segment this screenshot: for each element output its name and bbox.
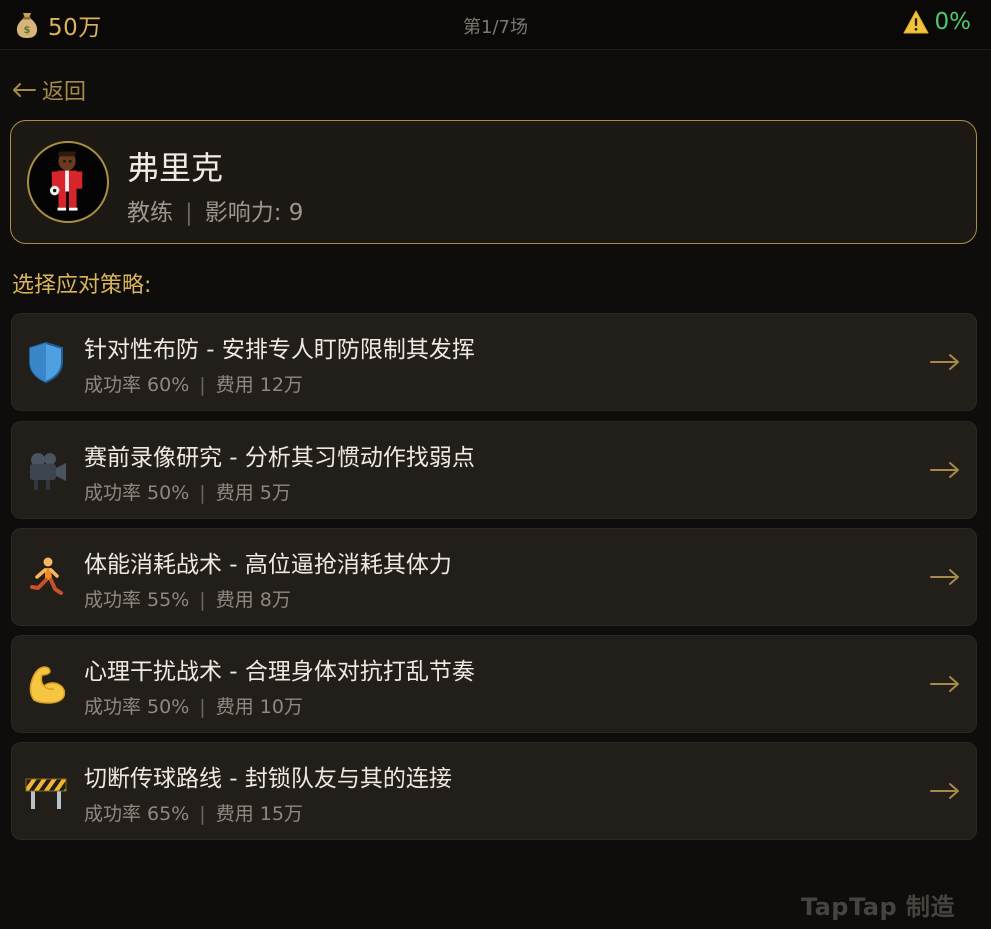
details-separator: | <box>199 374 206 396</box>
option-success-rate: 成功率 50% <box>84 696 190 718</box>
option-success-rate: 成功率 55% <box>84 589 190 611</box>
back-label: 返回 <box>42 80 87 105</box>
arrow-right-icon <box>930 783 959 799</box>
warning-icon <box>903 10 928 34</box>
taptap-watermark: TapTap 制造 <box>800 893 955 921</box>
option-success-rate: 成功率 60% <box>84 374 190 396</box>
player-influence: 影响力: 9 <box>204 200 304 226</box>
strategy-option[interactable]: 赛前录像研究 - 分析其习惯动作找弱点 成功率 50% | 费用 5万 <box>11 421 977 519</box>
player-name: 弗里克 <box>127 149 224 187</box>
flexed-bicep-icon <box>29 666 66 704</box>
details-separator: | <box>199 589 206 611</box>
arrow-right-icon <box>930 462 959 478</box>
risk-value: 0% <box>934 9 972 35</box>
risk-display: 0% <box>903 9 972 35</box>
strategy-option[interactable]: 体能消耗战术 - 高位逼抢消耗其体力 成功率 55% | 费用 8万 <box>11 528 977 626</box>
details-separator: | <box>199 696 206 718</box>
option-details: 成功率 50% | 费用 5万 <box>84 478 291 505</box>
option-details: 成功率 60% | 费用 12万 <box>84 370 303 397</box>
back-button[interactable]: 返回 <box>12 74 86 106</box>
round-indicator: 第1/7场 <box>463 17 528 38</box>
pixel-coach-icon <box>49 151 83 211</box>
shield-icon <box>29 341 63 384</box>
option-cost: 费用 5万 <box>215 482 291 504</box>
option-details: 成功率 55% | 费用 8万 <box>84 585 291 612</box>
video-camera-icon <box>30 453 66 490</box>
player-profile-card: 弗里克 教练 | 影响力: 9 <box>10 120 977 244</box>
top-status-bar: $ 50万 第1/7场 0% <box>0 0 991 50</box>
arrow-left-icon <box>13 83 36 97</box>
option-cost: 费用 15万 <box>215 803 303 825</box>
option-title: 体能消耗战术 - 高位逼抢消耗其体力 <box>84 552 452 578</box>
runner-icon <box>30 557 63 595</box>
option-cost: 费用 8万 <box>215 589 291 611</box>
option-cost: 费用 12万 <box>215 374 303 396</box>
option-title: 心理干扰战术 - 合理身体对抗打乱节奏 <box>84 659 475 685</box>
option-success-rate: 成功率 50% <box>84 482 190 504</box>
arrow-right-icon <box>930 569 959 585</box>
option-cost: 费用 10万 <box>215 696 303 718</box>
details-separator: | <box>199 803 206 825</box>
arrow-right-icon <box>930 354 959 370</box>
strategy-option[interactable]: 针对性布防 - 安排专人盯防限制其发挥 成功率 60% | 费用 12万 <box>11 313 977 411</box>
player-meta: 教练 | 影响力: 9 <box>127 193 303 227</box>
option-details: 成功率 50% | 费用 10万 <box>84 692 303 719</box>
section-title: 选择应对策略: <box>12 273 152 298</box>
player-avatar <box>27 141 109 223</box>
player-role: 教练 <box>127 200 173 226</box>
barrier-icon <box>25 778 67 809</box>
details-separator: | <box>199 482 206 504</box>
meta-separator: | <box>185 200 193 226</box>
option-title: 切断传球路线 - 封锁队友与其的连接 <box>84 766 452 792</box>
option-title: 赛前录像研究 - 分析其习惯动作找弱点 <box>84 445 475 471</box>
option-success-rate: 成功率 65% <box>84 803 190 825</box>
strategy-option[interactable]: 切断传球路线 - 封锁队友与其的连接 成功率 65% | 费用 15万 <box>11 742 977 840</box>
arrow-right-icon <box>930 676 959 692</box>
option-details: 成功率 65% | 费用 15万 <box>84 799 303 826</box>
strategy-option[interactable]: 心理干扰战术 - 合理身体对抗打乱节奏 成功率 50% | 费用 10万 <box>11 635 977 733</box>
option-title: 针对性布防 - 安排专人盯防限制其发挥 <box>84 337 475 363</box>
